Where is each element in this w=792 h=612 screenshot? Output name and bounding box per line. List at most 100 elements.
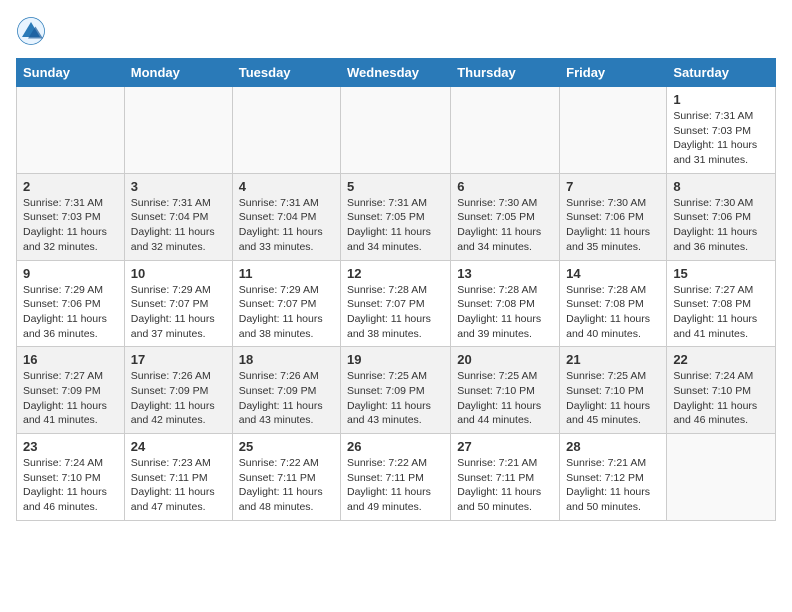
day-number: 6 (457, 179, 553, 194)
day-sunset: Sunset: 7:06 PM (566, 211, 644, 223)
day-sunrise: Sunrise: 7:30 AM (566, 197, 646, 209)
logo-icon (16, 16, 46, 46)
weekday-header-wednesday: Wednesday (341, 59, 451, 87)
calendar-cell: 6 Sunrise: 7:30 AM Sunset: 7:05 PM Dayli… (451, 173, 560, 260)
weekday-header-sunday: Sunday (17, 59, 125, 87)
day-sunrise: Sunrise: 7:31 AM (131, 197, 211, 209)
calendar-cell (560, 87, 667, 174)
day-number: 14 (566, 266, 660, 281)
day-sunset: Sunset: 7:11 PM (347, 472, 424, 484)
calendar-week-row: 1 Sunrise: 7:31 AM Sunset: 7:03 PM Dayli… (17, 87, 776, 174)
day-sunset: Sunset: 7:10 PM (673, 385, 751, 397)
day-sunset: Sunset: 7:03 PM (673, 125, 751, 137)
day-daylight: Daylight: 11 hours and 43 minutes. (347, 400, 431, 427)
day-daylight: Daylight: 11 hours and 46 minutes. (23, 486, 107, 513)
day-sunset: Sunset: 7:09 PM (239, 385, 317, 397)
day-daylight: Daylight: 11 hours and 39 minutes. (457, 313, 541, 340)
calendar-table: SundayMondayTuesdayWednesdayThursdayFrid… (16, 58, 776, 521)
day-daylight: Daylight: 11 hours and 31 minutes. (673, 139, 757, 166)
calendar-cell: 20 Sunrise: 7:25 AM Sunset: 7:10 PM Dayl… (451, 347, 560, 434)
day-daylight: Daylight: 11 hours and 50 minutes. (457, 486, 541, 513)
day-number: 13 (457, 266, 553, 281)
day-number: 5 (347, 179, 444, 194)
header (16, 16, 776, 46)
day-daylight: Daylight: 11 hours and 38 minutes. (347, 313, 431, 340)
calendar-cell: 4 Sunrise: 7:31 AM Sunset: 7:04 PM Dayli… (232, 173, 340, 260)
day-number: 21 (566, 352, 660, 367)
calendar-cell: 10 Sunrise: 7:29 AM Sunset: 7:07 PM Dayl… (124, 260, 232, 347)
day-sunrise: Sunrise: 7:21 AM (566, 457, 646, 469)
day-number: 16 (23, 352, 118, 367)
day-daylight: Daylight: 11 hours and 35 minutes. (566, 226, 650, 253)
weekday-header-row: SundayMondayTuesdayWednesdayThursdayFrid… (17, 59, 776, 87)
weekday-header-monday: Monday (124, 59, 232, 87)
day-sunset: Sunset: 7:07 PM (347, 298, 425, 310)
calendar-cell (667, 434, 776, 521)
day-number: 22 (673, 352, 769, 367)
day-sunrise: Sunrise: 7:31 AM (23, 197, 103, 209)
day-sunset: Sunset: 7:05 PM (457, 211, 535, 223)
calendar-week-row: 2 Sunrise: 7:31 AM Sunset: 7:03 PM Dayli… (17, 173, 776, 260)
day-number: 11 (239, 266, 334, 281)
day-sunset: Sunset: 7:04 PM (239, 211, 317, 223)
day-number: 20 (457, 352, 553, 367)
calendar-cell (232, 87, 340, 174)
day-sunrise: Sunrise: 7:29 AM (131, 284, 211, 296)
day-sunrise: Sunrise: 7:23 AM (131, 457, 211, 469)
day-sunrise: Sunrise: 7:28 AM (566, 284, 646, 296)
day-number: 12 (347, 266, 444, 281)
day-sunrise: Sunrise: 7:29 AM (23, 284, 103, 296)
day-daylight: Daylight: 11 hours and 50 minutes. (566, 486, 650, 513)
day-number: 25 (239, 439, 334, 454)
calendar-cell: 16 Sunrise: 7:27 AM Sunset: 7:09 PM Dayl… (17, 347, 125, 434)
day-sunset: Sunset: 7:07 PM (239, 298, 317, 310)
day-daylight: Daylight: 11 hours and 46 minutes. (673, 400, 757, 427)
calendar-cell: 25 Sunrise: 7:22 AM Sunset: 7:11 PM Dayl… (232, 434, 340, 521)
day-daylight: Daylight: 11 hours and 40 minutes. (566, 313, 650, 340)
day-sunset: Sunset: 7:10 PM (457, 385, 535, 397)
day-sunset: Sunset: 7:08 PM (457, 298, 535, 310)
day-number: 7 (566, 179, 660, 194)
calendar-cell: 11 Sunrise: 7:29 AM Sunset: 7:07 PM Dayl… (232, 260, 340, 347)
calendar-cell: 7 Sunrise: 7:30 AM Sunset: 7:06 PM Dayli… (560, 173, 667, 260)
day-sunrise: Sunrise: 7:30 AM (457, 197, 537, 209)
day-sunset: Sunset: 7:09 PM (347, 385, 425, 397)
day-sunrise: Sunrise: 7:22 AM (347, 457, 427, 469)
day-number: 2 (23, 179, 118, 194)
day-number: 15 (673, 266, 769, 281)
day-daylight: Daylight: 11 hours and 32 minutes. (131, 226, 215, 253)
day-sunrise: Sunrise: 7:29 AM (239, 284, 319, 296)
day-daylight: Daylight: 11 hours and 42 minutes. (131, 400, 215, 427)
day-daylight: Daylight: 11 hours and 45 minutes. (566, 400, 650, 427)
day-sunset: Sunset: 7:09 PM (131, 385, 209, 397)
day-sunrise: Sunrise: 7:31 AM (673, 110, 753, 122)
day-sunset: Sunset: 7:11 PM (457, 472, 534, 484)
day-daylight: Daylight: 11 hours and 41 minutes. (23, 400, 107, 427)
day-daylight: Daylight: 11 hours and 37 minutes. (131, 313, 215, 340)
weekday-header-thursday: Thursday (451, 59, 560, 87)
day-number: 18 (239, 352, 334, 367)
day-daylight: Daylight: 11 hours and 38 minutes. (239, 313, 323, 340)
day-daylight: Daylight: 11 hours and 41 minutes. (673, 313, 757, 340)
calendar-week-row: 16 Sunrise: 7:27 AM Sunset: 7:09 PM Dayl… (17, 347, 776, 434)
day-daylight: Daylight: 11 hours and 33 minutes. (239, 226, 323, 253)
day-daylight: Daylight: 11 hours and 34 minutes. (457, 226, 541, 253)
day-sunrise: Sunrise: 7:28 AM (457, 284, 537, 296)
day-sunrise: Sunrise: 7:31 AM (239, 197, 319, 209)
day-sunset: Sunset: 7:10 PM (566, 385, 644, 397)
day-number: 10 (131, 266, 226, 281)
calendar-week-row: 9 Sunrise: 7:29 AM Sunset: 7:06 PM Dayli… (17, 260, 776, 347)
page: SundayMondayTuesdayWednesdayThursdayFrid… (0, 0, 792, 537)
logo (16, 16, 50, 46)
calendar-cell: 9 Sunrise: 7:29 AM Sunset: 7:06 PM Dayli… (17, 260, 125, 347)
day-sunrise: Sunrise: 7:31 AM (347, 197, 427, 209)
day-daylight: Daylight: 11 hours and 36 minutes. (23, 313, 107, 340)
day-number: 19 (347, 352, 444, 367)
day-sunrise: Sunrise: 7:30 AM (673, 197, 753, 209)
day-sunset: Sunset: 7:05 PM (347, 211, 425, 223)
calendar-cell (124, 87, 232, 174)
weekday-header-friday: Friday (560, 59, 667, 87)
calendar-cell: 1 Sunrise: 7:31 AM Sunset: 7:03 PM Dayli… (667, 87, 776, 174)
calendar-cell: 15 Sunrise: 7:27 AM Sunset: 7:08 PM Dayl… (667, 260, 776, 347)
calendar-cell: 17 Sunrise: 7:26 AM Sunset: 7:09 PM Dayl… (124, 347, 232, 434)
